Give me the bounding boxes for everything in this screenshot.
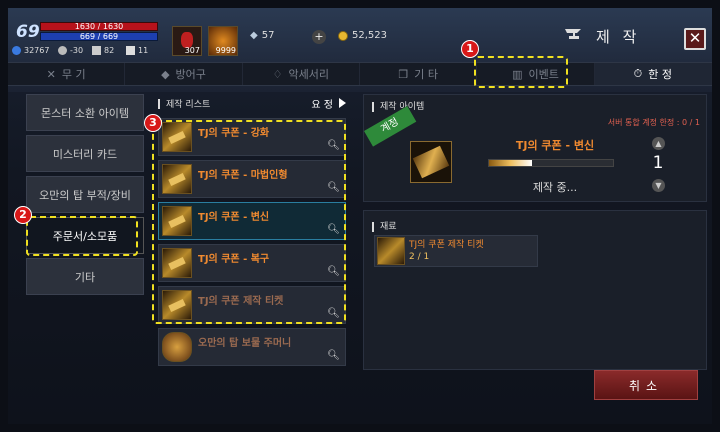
tab-weapon[interactable]: ✕ 무 기 <box>8 63 126 85</box>
armor-icon: ◆ <box>161 67 170 81</box>
add-currency-button[interactable]: + <box>312 30 326 44</box>
craft-progress-bar <box>488 159 614 167</box>
crafting-panel: 69 1630 / 1630 669 / 669 32767 -30 82 11… <box>8 8 712 424</box>
item-name: TJ의 쿠폰 - 변신 <box>515 139 595 152</box>
tab-accessory[interactable]: ♢ 악세서리 <box>243 63 360 85</box>
hp-bar: 1630 / 1630 <box>40 22 158 31</box>
category-tabs: ✕ 무 기 ◆ 방어구 ♢ 악세서리 ❒ 기 타 ▥ 이벤트 ⏱ 한 정 <box>8 62 712 86</box>
cancel-button[interactable]: 취소 <box>594 370 698 400</box>
gold-counter: 52,523 <box>338 30 387 41</box>
menu-tower-amulet[interactable]: 오만의 탑 부적/장비 <box>26 176 144 213</box>
mp-value: 669 / 669 <box>79 32 119 41</box>
tab-etc[interactable]: ❒ 기 타 <box>360 63 478 85</box>
game-window: 69 1630 / 1630 669 / 669 32767 -30 82 11… <box>0 0 720 432</box>
account-ribbon: 계정 <box>364 106 417 147</box>
stat-bird: 82 <box>92 46 114 55</box>
tab-armor[interactable]: ◆ 방어구 <box>125 63 243 85</box>
callout-box-1 <box>474 56 568 88</box>
sort-button[interactable]: 요 정 <box>311 96 346 111</box>
list-title: 제작 리스트 <box>166 99 211 110</box>
stat-cloud: 32767 <box>12 46 49 55</box>
menu-mystery-card[interactable]: 미스터리 카드 <box>26 135 144 172</box>
claw-icon <box>126 46 135 55</box>
play-icon <box>339 98 346 108</box>
box-icon: ❒ <box>398 67 409 81</box>
materials-title: 재료 <box>380 222 397 232</box>
anvil-icon <box>565 29 581 39</box>
sword-icon: ✕ <box>46 67 56 81</box>
list-item[interactable]: 오만의 탑 보물 주머니 🔍︎ <box>158 328 346 366</box>
stat-skull: -30 <box>58 46 83 55</box>
magnifier-icon[interactable]: 🔍︎ <box>327 350 340 361</box>
list-header: 제작 리스트 요 정 <box>158 94 346 112</box>
craft-progress-fill <box>489 160 533 166</box>
menu-etc[interactable]: 기타 <box>26 258 144 295</box>
pouch-icon <box>162 332 192 362</box>
material-qty: 2 / 1 <box>409 252 430 262</box>
qty-down-button[interactable]: ▼ <box>652 179 665 192</box>
potion-slot[interactable]: 307 <box>172 26 202 56</box>
hp-value: 1630 / 1630 <box>74 22 124 31</box>
cloud-icon <box>12 46 21 55</box>
stat-claw: 11 <box>126 46 148 55</box>
material-name: TJ의 쿠폰 제작 티켓 <box>409 240 484 250</box>
close-button[interactable]: ✕ <box>684 28 706 50</box>
player-level: 69 <box>16 22 40 42</box>
bird-icon <box>92 46 101 55</box>
skull-icon <box>58 46 67 55</box>
mp-bar: 669 / 669 <box>40 32 158 41</box>
gold-coin-icon <box>338 30 348 41</box>
materials-panel: 재료 TJ의 쿠폰 제작 티켓 2 / 1 <box>363 210 707 370</box>
tab-limited[interactable]: ⏱ 한 정 <box>594 63 712 85</box>
callout-badge-3: 3 <box>144 114 162 132</box>
item-detail-panel: 제작 아이템 서버 통합 계정 한정 : 0 / 1 계정 TJ의 쿠폰 - 변… <box>363 94 707 202</box>
fire-orb-slot[interactable]: 9999 <box>208 26 238 56</box>
page-title: 제 작 <box>596 28 641 46</box>
subcategory-menu: 몬스터 소환 아이템 미스터리 카드 오만의 탑 부적/장비 주문서/소모품 기… <box>26 94 144 299</box>
diamond-icon: ◆ <box>250 30 258 41</box>
coupon-icon <box>410 141 452 183</box>
material-item[interactable]: TJ의 쿠폰 제작 티켓 2 / 1 <box>374 235 538 267</box>
gem-counter: ◆ 57 <box>250 30 275 41</box>
qty-up-button[interactable]: ▲ <box>652 137 665 150</box>
account-limit: 서버 통합 계정 한정 : 0 / 1 <box>607 118 700 127</box>
menu-monster-summon[interactable]: 몬스터 소환 아이템 <box>26 94 144 131</box>
callout-badge-2: 2 <box>14 206 32 224</box>
ticket-icon <box>377 237 405 265</box>
callout-box-3 <box>152 120 346 324</box>
callout-badge-1: 1 <box>461 40 479 58</box>
quantity-value: 1 <box>652 153 664 173</box>
craft-status: 제작 중... <box>532 181 578 194</box>
callout-box-2 <box>26 216 138 256</box>
stopwatch-icon: ⏱ <box>633 67 643 80</box>
necklace-icon: ♢ <box>272 67 283 81</box>
